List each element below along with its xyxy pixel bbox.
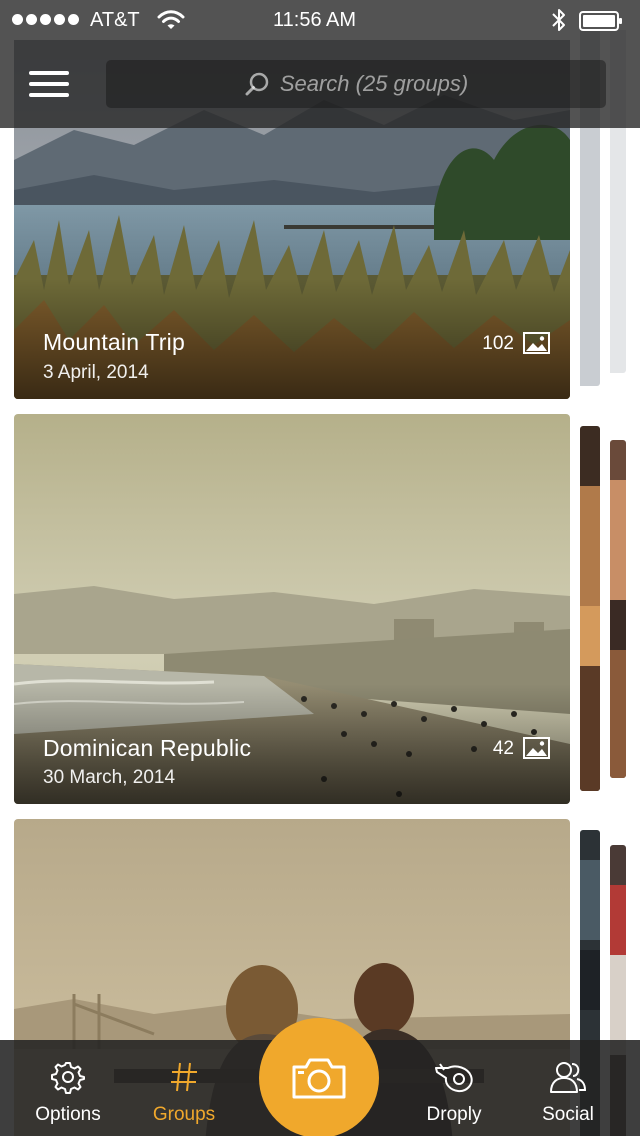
hash-icon — [171, 1062, 197, 1092]
status-bar: AT&T 11:56 AM — [0, 0, 640, 40]
battery-icon — [579, 11, 622, 31]
hamburger-menu-icon[interactable] — [29, 71, 69, 97]
tab-label: Options — [35, 1104, 101, 1125]
carrier-name: AT&T — [90, 9, 140, 31]
status-time: 11:56 AM — [273, 9, 357, 31]
group-date: 3 April, 2014 — [43, 362, 149, 383]
wifi-icon — [157, 10, 185, 29]
gear-icon — [51, 1062, 85, 1094]
stack-preview-2a — [580, 426, 600, 791]
group-date: 30 March, 2014 — [43, 767, 176, 788]
users-icon — [550, 1062, 586, 1093]
signal-dots-icon — [12, 14, 79, 25]
camera-icon — [292, 1058, 346, 1099]
photo-count: 102 — [482, 333, 514, 354]
image-icon — [523, 737, 550, 759]
tab-groups[interactable]: Groups — [144, 1040, 224, 1136]
top-bar: AT&T 11:56 AM Search (25 groups) — [0, 0, 640, 128]
tab-label: Droply — [426, 1104, 482, 1125]
search-input[interactable]: Search (25 groups) — [106, 60, 606, 108]
tab-droply[interactable]: Droply — [418, 1040, 490, 1136]
tab-options[interactable]: Options — [28, 1040, 108, 1136]
stack-preview-2b — [610, 440, 626, 778]
camera-button[interactable] — [259, 1018, 379, 1136]
group-card-dominican-republic[interactable]: Dominican Republic 30 March, 2014 42 — [14, 414, 570, 804]
bluetooth-icon — [552, 9, 565, 31]
search-placeholder: Search (25 groups) — [279, 71, 469, 96]
tab-social[interactable]: Social — [532, 1040, 604, 1136]
image-icon — [523, 332, 550, 354]
search-icon — [245, 72, 269, 96]
tab-label: Social — [542, 1104, 594, 1125]
tab-label: Groups — [152, 1104, 216, 1125]
group-title: Dominican Republic — [43, 735, 252, 761]
group-title: Mountain Trip — [43, 329, 185, 355]
photo-count: 42 — [492, 738, 514, 759]
droply-icon — [435, 1063, 473, 1093]
